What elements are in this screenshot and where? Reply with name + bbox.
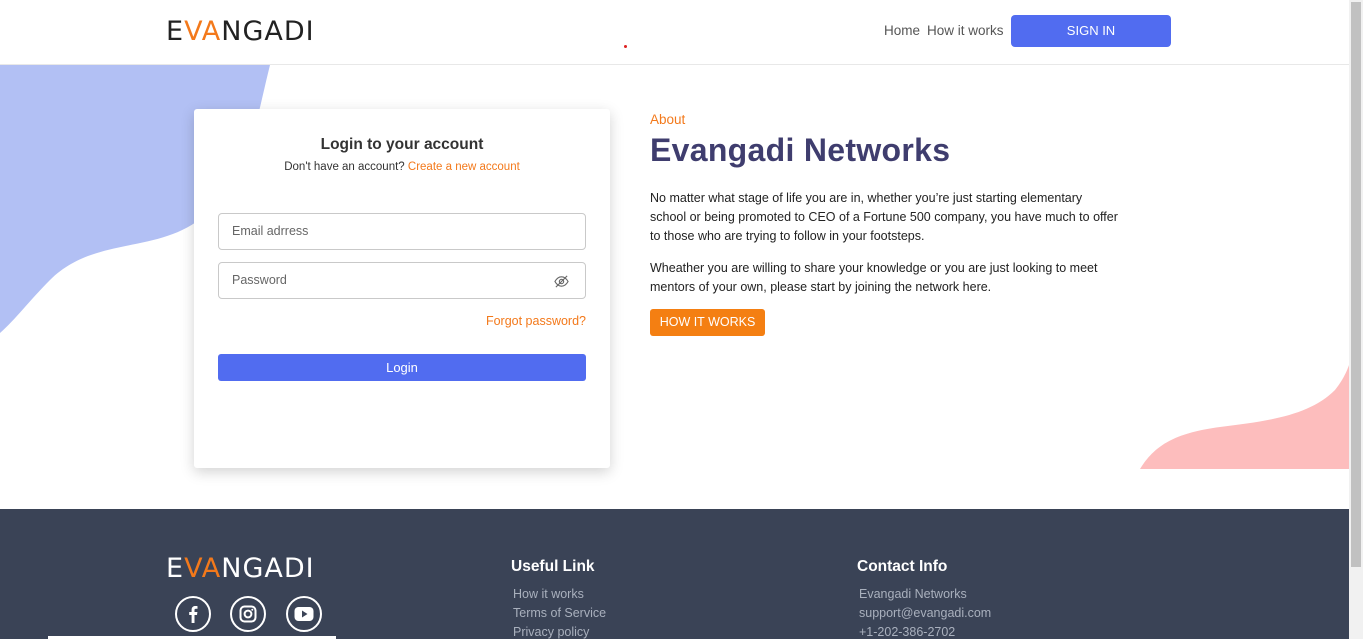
password-placeholder: Password bbox=[232, 273, 287, 287]
contact-email: support@evangadi.com bbox=[859, 606, 992, 620]
logo-prefix: E bbox=[166, 16, 185, 47]
about-paragraph-2: Wheather you are willing to share your k… bbox=[650, 261, 1098, 294]
useful-links-heading: Useful Link bbox=[511, 558, 595, 575]
logo-suffix: NGADI bbox=[221, 16, 315, 47]
about-paragraph-1: No matter what stage of life you are in,… bbox=[650, 191, 1118, 243]
youtube-icon bbox=[294, 607, 314, 621]
footer-logo-highlight: VA bbox=[184, 553, 222, 584]
login-button[interactable]: Login bbox=[218, 354, 586, 381]
login-card: Login to your account Don't have an acco… bbox=[194, 109, 610, 468]
create-account-link[interactable]: Create a new account bbox=[408, 161, 520, 173]
contact-company: Evangadi Networks bbox=[859, 587, 967, 601]
contact-phone: +1-202-386-2702 bbox=[859, 625, 956, 639]
pink-decorative-blob bbox=[1140, 365, 1349, 469]
about-label: About bbox=[650, 112, 686, 127]
login-subtitle: Don't have an account? Create a new acco… bbox=[194, 161, 610, 173]
email-placeholder: Email adrress bbox=[232, 224, 309, 238]
contact-info-column: Contact Info Evangadi Networks support@e… bbox=[857, 558, 991, 639]
email-field[interactable]: Email adrress bbox=[218, 213, 586, 250]
evangadi-logo[interactable]: E VA NGADI bbox=[166, 16, 315, 47]
about-title: Evangadi Networks bbox=[650, 132, 951, 168]
how-it-works-button[interactable]: HOW IT WORKS bbox=[650, 309, 765, 336]
logo-highlight: VA bbox=[184, 16, 222, 47]
login-title: Login to your account bbox=[320, 136, 484, 153]
forgot-password-link[interactable]: Forgot password? bbox=[486, 314, 586, 328]
no-account-text: Don't have an account? bbox=[284, 161, 405, 173]
page-scrollbar[interactable] bbox=[1349, 0, 1363, 639]
nav-how-it-works-link[interactable]: How it works bbox=[927, 15, 1004, 47]
eye-slash-icon[interactable] bbox=[554, 274, 569, 289]
site-footer: EVANGADI Useful Link How it works Terms … bbox=[0, 509, 1349, 639]
red-dot-artifact bbox=[624, 45, 627, 48]
instagram-link[interactable] bbox=[230, 596, 266, 632]
scrollbar-thumb[interactable] bbox=[1351, 2, 1361, 567]
nav-home-link[interactable]: Home bbox=[884, 15, 920, 47]
footer-logo[interactable]: EVANGADI bbox=[166, 553, 315, 584]
footer-privacy-link[interactable]: Privacy policy bbox=[511, 623, 606, 639]
youtube-link[interactable] bbox=[286, 596, 322, 632]
sign-in-button[interactable]: SIGN IN bbox=[1011, 15, 1171, 47]
about-section: About Evangadi Networks No matter what s… bbox=[650, 112, 1120, 336]
instagram-icon bbox=[239, 605, 257, 623]
footer-how-it-works-link[interactable]: How it works bbox=[511, 585, 606, 604]
main-nav: Home How it works bbox=[884, 15, 1011, 47]
useful-links-column: Useful Link How it works Terms of Servic… bbox=[511, 558, 606, 639]
contact-info-heading: Contact Info bbox=[857, 558, 948, 575]
facebook-link[interactable] bbox=[175, 596, 211, 632]
top-header: E VA NGADI Home How it works SIGN IN bbox=[0, 0, 1349, 65]
password-field[interactable]: Password bbox=[218, 262, 586, 299]
facebook-icon bbox=[189, 606, 198, 623]
footer-logo-suffix: NGADI bbox=[221, 553, 315, 584]
footer-logo-prefix: E bbox=[166, 553, 185, 584]
footer-terms-link[interactable]: Terms of Service bbox=[511, 604, 606, 623]
